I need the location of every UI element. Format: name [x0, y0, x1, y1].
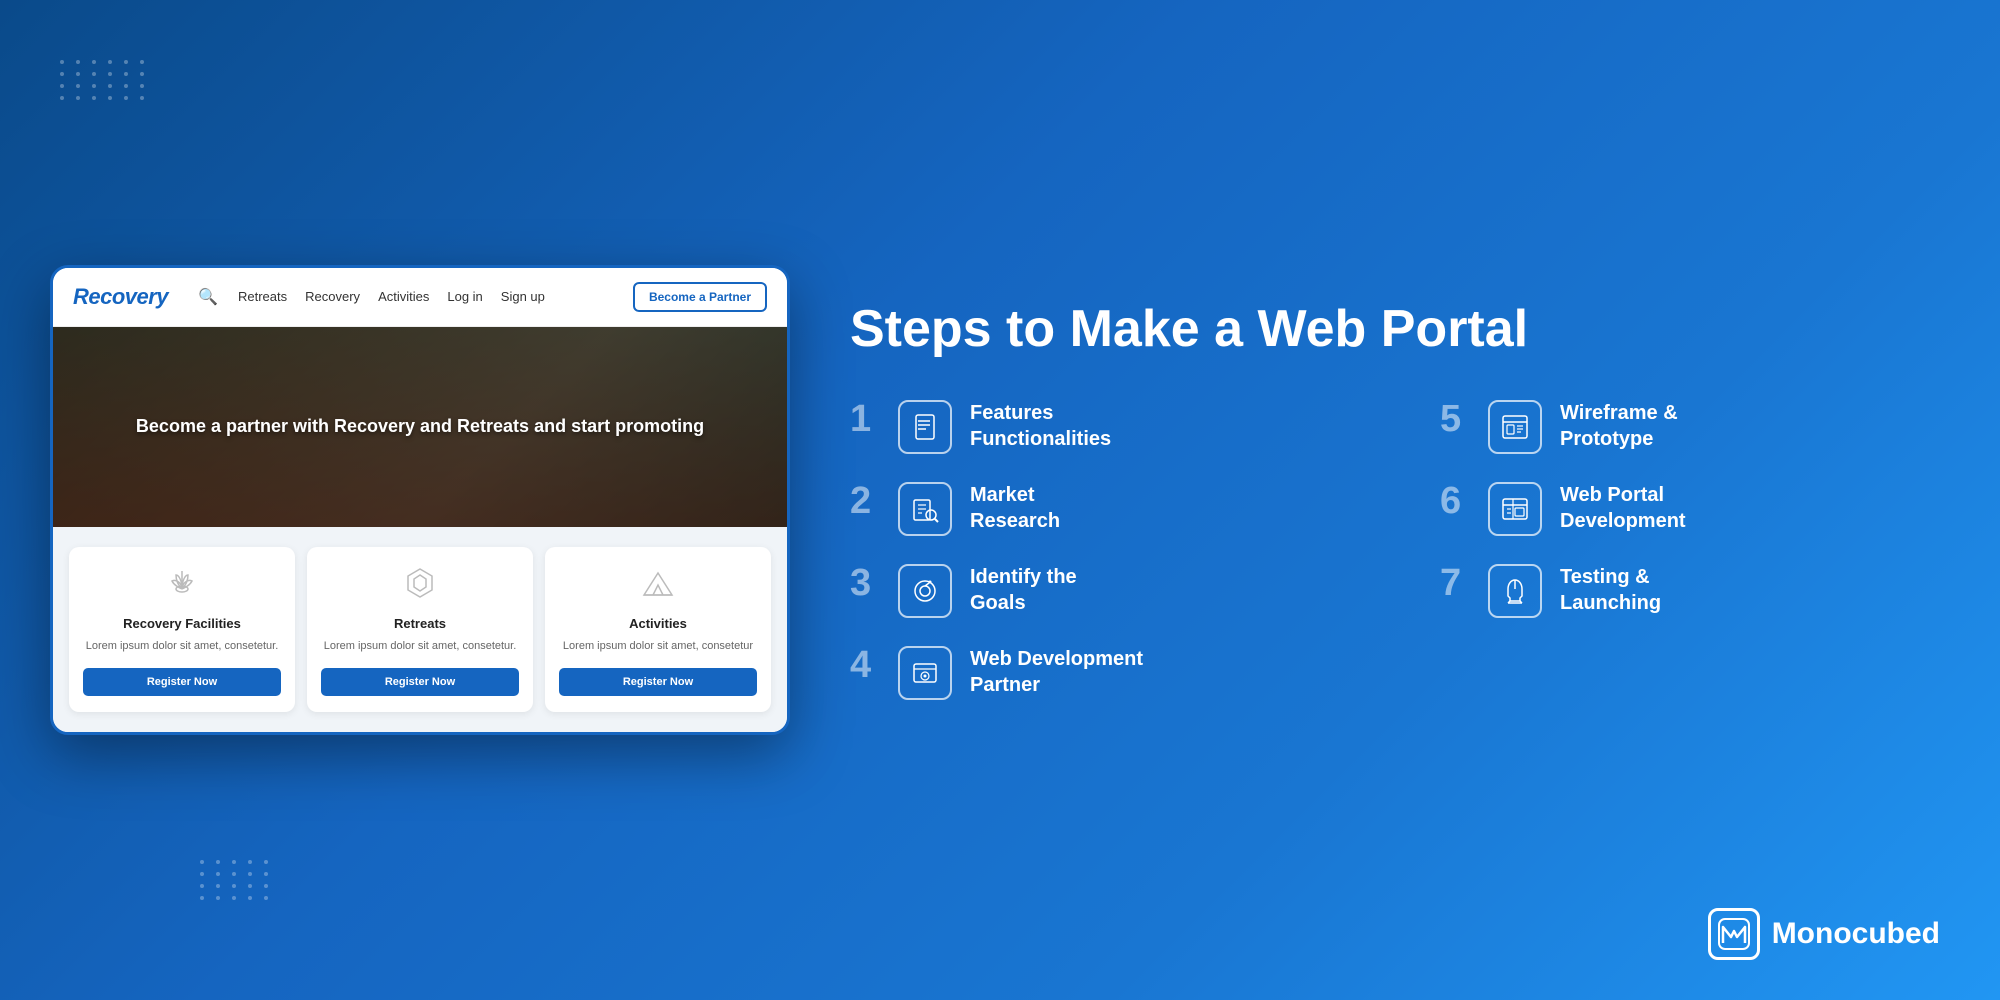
step-5: 5 Wireframe &Prototype [1440, 400, 1950, 454]
step-2-icon [898, 482, 952, 536]
card-1-title: Recovery Facilities [123, 616, 241, 631]
main-layout: Recovery 🔍 Retreats Recovery Activities … [50, 50, 1950, 950]
step-7-text: Testing &Launching [1560, 564, 1661, 616]
step-6: 6 Web PortalDevelopment [1440, 482, 1950, 536]
step-2-label: MarketResearch [970, 482, 1060, 534]
steps-grid: 1 FeaturesFunctionalities [850, 400, 1950, 700]
card-3-register-button[interactable]: Register Now [559, 668, 757, 696]
cards-section: Recovery Facilities Lorem ipsum dolor si… [53, 527, 787, 732]
lotus-icon [164, 565, 200, 606]
decorative-dots-bl [200, 860, 272, 900]
step-7-icon [1488, 564, 1542, 618]
step-2: 2 MarketResearch [850, 482, 1360, 536]
mockup-navbar: Recovery 🔍 Retreats Recovery Activities … [53, 268, 787, 327]
step-5-label: Wireframe &Prototype [1560, 400, 1678, 452]
card-activities: Activities Lorem ipsum dolor sit amet, c… [545, 547, 771, 712]
nav-link-signup[interactable]: Sign up [501, 289, 545, 304]
step-4-text: Web DevelopmentPartner [970, 646, 1143, 698]
hero-text: Become a partner with Recovery and Retre… [96, 414, 744, 439]
step-7-label: Testing &Launching [1560, 564, 1661, 616]
step-1-number: 1 [850, 400, 880, 438]
step-6-label: Web PortalDevelopment [1560, 482, 1686, 534]
step-1-text: FeaturesFunctionalities [970, 400, 1111, 452]
card-2-title: Retreats [394, 616, 446, 631]
nav-links: Retreats Recovery Activities Log in Sign… [238, 289, 545, 304]
card-2-register-button[interactable]: Register Now [321, 668, 519, 696]
step-2-number: 2 [850, 482, 880, 520]
card-1-desc: Lorem ipsum dolor sit amet, consetetur. [86, 639, 279, 654]
step-4: 4 Web DevelopmentPartner [850, 646, 1360, 700]
card-1-register-button[interactable]: Register Now [83, 668, 281, 696]
step-5-number: 5 [1440, 400, 1470, 438]
monocubed-logo-icon [1708, 908, 1760, 960]
monocubed-name: Monocubed [1772, 917, 1940, 951]
become-partner-button[interactable]: Become a Partner [633, 282, 767, 312]
nav-link-retreats[interactable]: Retreats [238, 289, 287, 304]
step-4-icon [898, 646, 952, 700]
mockup-logo: Recovery [73, 284, 168, 310]
step-5-text: Wireframe &Prototype [1560, 400, 1678, 452]
step-6-icon [1488, 482, 1542, 536]
step-3-label: Identify theGoals [970, 564, 1077, 616]
step-7: 7 Testing &Launching [1440, 564, 1950, 618]
browser-mockup: Recovery 🔍 Retreats Recovery Activities … [50, 265, 790, 735]
step-7-number: 7 [1440, 564, 1470, 602]
tent-icon [640, 565, 676, 606]
steps-title: Steps to Make a Web Portal [850, 300, 1950, 360]
card-3-desc: Lorem ipsum dolor sit amet, consetetur [563, 639, 753, 654]
step-5-icon [1488, 400, 1542, 454]
nav-link-recovery[interactable]: Recovery [305, 289, 360, 304]
nav-link-login[interactable]: Log in [447, 289, 482, 304]
hexagon-icon [402, 565, 438, 606]
card-retreats: Retreats Lorem ipsum dolor sit amet, con… [307, 547, 533, 712]
step-3-number: 3 [850, 564, 880, 602]
step-2-text: MarketResearch [970, 482, 1060, 534]
nav-link-activities[interactable]: Activities [378, 289, 429, 304]
steps-section: Steps to Make a Web Portal 1 [850, 300, 1950, 700]
step-3: 3 Identify theGoals [850, 564, 1360, 618]
step-3-icon [898, 564, 952, 618]
card-2-desc: Lorem ipsum dolor sit amet, consetetur. [324, 639, 517, 654]
monocubed-branding: Monocubed [1708, 908, 1940, 960]
step-4-label: Web DevelopmentPartner [970, 646, 1143, 698]
step-1: 1 FeaturesFunctionalities [850, 400, 1360, 454]
step-6-text: Web PortalDevelopment [1560, 482, 1686, 534]
step-1-label: FeaturesFunctionalities [970, 400, 1111, 452]
step-4-number: 4 [850, 646, 880, 684]
step-3-text: Identify theGoals [970, 564, 1077, 616]
step-6-number: 6 [1440, 482, 1470, 520]
hero-section: Become a partner with Recovery and Retre… [53, 327, 787, 527]
step-1-icon [898, 400, 952, 454]
decorative-dots-tl [60, 60, 148, 100]
search-icon[interactable]: 🔍 [198, 287, 218, 307]
card-recovery-facilities: Recovery Facilities Lorem ipsum dolor si… [69, 547, 295, 712]
card-3-title: Activities [629, 616, 687, 631]
